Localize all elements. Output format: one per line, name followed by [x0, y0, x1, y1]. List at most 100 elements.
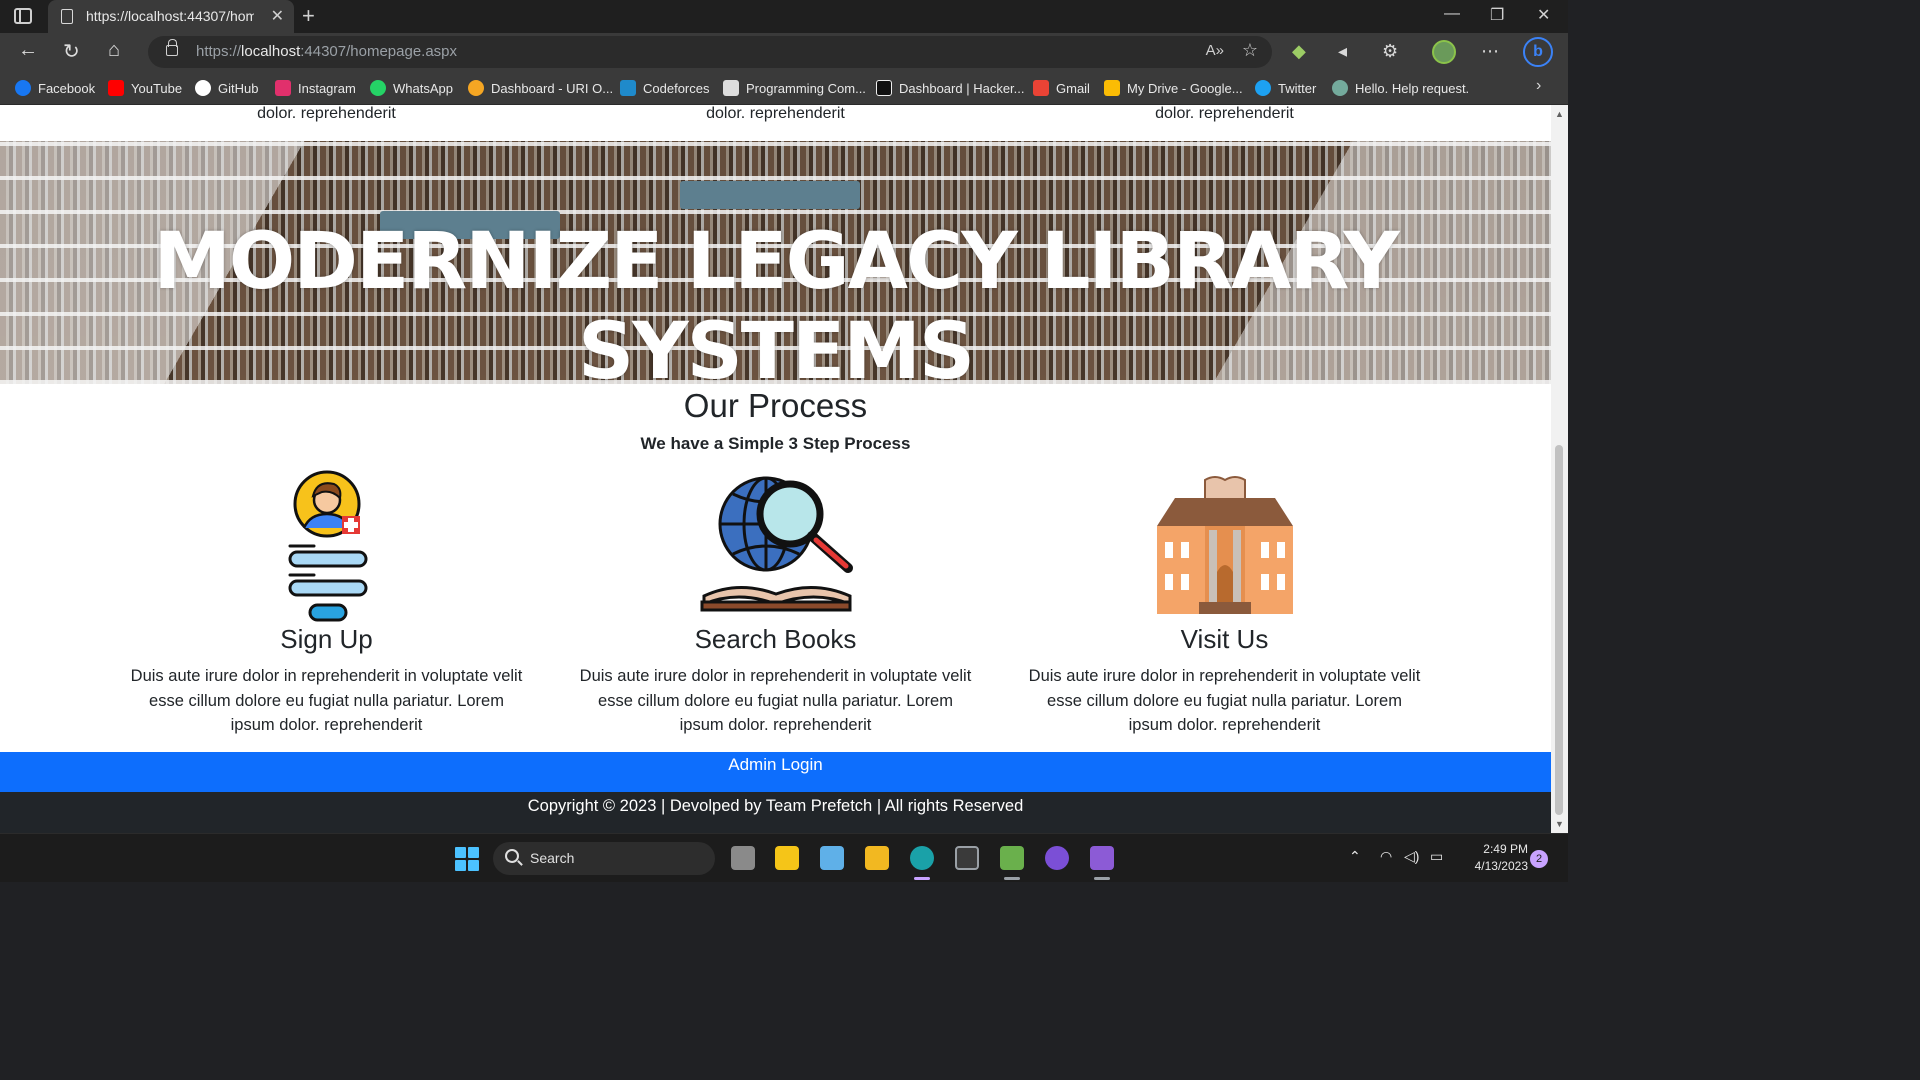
scroll-thumb[interactable]	[1555, 445, 1563, 815]
battery-icon[interactable]: ▭	[1430, 848, 1443, 865]
programming-community-icon	[723, 80, 739, 96]
cut-off-text: dolor. reprehenderit	[257, 105, 396, 122]
uri-online-judge-icon	[468, 80, 484, 96]
bookmark-item[interactable]: Hello. Help request.	[1332, 78, 1469, 98]
facebook-icon	[15, 80, 31, 96]
twitter-icon	[1255, 80, 1271, 96]
media-icon[interactable]: ◂	[1338, 41, 1347, 62]
search-icon	[505, 849, 519, 863]
bookmark-item[interactable]: Dashboard - URI O...	[468, 78, 613, 98]
admin-login-link[interactable]: Admin Login	[728, 755, 823, 775]
process-subtitle: We have a Simple 3 Step Process	[640, 434, 911, 453]
bookmark-item[interactable]: Codeforces	[620, 78, 709, 98]
volume-icon[interactable]: ◁)	[1404, 848, 1419, 865]
hero-title: MODERNIZE LEGACY LIBRARY SYSTEMS	[153, 217, 1399, 384]
back-icon[interactable]: ←	[18, 39, 38, 62]
step-description: Duis aute irure dolor in reprehenderit i…	[579, 667, 972, 734]
github-desktop-icon[interactable]	[1045, 846, 1069, 870]
github-icon	[195, 80, 211, 96]
restore-icon[interactable]: ❐	[1490, 5, 1504, 25]
bookmark-item[interactable]: YouTube	[108, 78, 182, 98]
instagram-icon	[275, 80, 291, 96]
file-explorer-icon[interactable]	[865, 846, 889, 870]
notification-badge[interactable]: 2	[1530, 850, 1548, 868]
bookmark-item[interactable]: My Drive - Google...	[1104, 78, 1243, 98]
tab-actions-icon[interactable]	[14, 8, 32, 24]
search-books-icon	[551, 470, 1000, 620]
youtube-icon	[108, 80, 124, 96]
bookmark-item[interactable]: Instagram	[275, 78, 356, 98]
tab-title: https://localhost:44307/homepage.aspx	[86, 8, 254, 24]
minimize-icon[interactable]: —	[1444, 5, 1460, 23]
codeforces-icon	[620, 80, 636, 96]
add-favorite-icon[interactable]: ☆	[1242, 40, 1258, 61]
extension-icon[interactable]: ◆	[1292, 41, 1306, 62]
profile-avatar[interactable]	[1432, 40, 1456, 64]
bookmark-item[interactable]: Twitter	[1255, 78, 1316, 98]
wifi-icon[interactable]: ◠	[1380, 848, 1392, 865]
gmail-icon	[1033, 80, 1049, 96]
windows-start-icon[interactable]	[455, 847, 479, 871]
chevron-up-icon[interactable]: ⌃	[1349, 848, 1361, 865]
footer: Copyright © 2023 | Devolped by Team Pref…	[0, 792, 1551, 833]
user-signup-icon	[102, 470, 551, 622]
step-description: Duis aute irure dolor in reprehenderit i…	[130, 667, 523, 734]
admin-bar: Admin Login	[0, 752, 1551, 792]
chevron-right-icon[interactable]: ›	[1536, 77, 1541, 95]
step-description: Duis aute irure dolor in reprehenderit i…	[1028, 667, 1421, 734]
google-drive-icon	[1104, 80, 1120, 96]
open-app-indicator	[1094, 877, 1110, 880]
chatgpt-icon	[1332, 80, 1348, 96]
page-scrollbar[interactable]: ▲ ▼	[1551, 105, 1568, 833]
whatsapp-icon	[370, 80, 386, 96]
hackerrank-icon	[876, 80, 892, 96]
clock-time: 2:49 PM	[1483, 842, 1528, 856]
address-url[interactable]: https://localhost:44307/homepage.aspx	[196, 43, 457, 60]
read-aloud-icon[interactable]: A»	[1206, 42, 1224, 59]
sticky-notes-icon[interactable]	[775, 846, 799, 870]
more-menu-icon[interactable]: ⋯	[1481, 41, 1499, 62]
new-tab-icon[interactable]: +	[302, 3, 315, 29]
taskbar-search[interactable]: Search	[493, 842, 715, 875]
cut-off-text: dolor. reprehenderit	[1155, 105, 1294, 122]
snipping-tool-icon[interactable]	[1000, 846, 1024, 870]
library-building-icon	[1000, 470, 1449, 620]
browser-toolbar: ← ↻ ⌂ https://localhost:44307/homepage.a…	[0, 33, 1568, 71]
close-window-icon[interactable]: ✕	[1537, 5, 1550, 25]
scroll-up-icon[interactable]: ▲	[1555, 109, 1564, 119]
step-title: Visit Us	[1180, 624, 1269, 654]
notepad-icon[interactable]	[820, 846, 844, 870]
task-view-icon[interactable]	[731, 846, 755, 870]
step-title: Search Books	[694, 624, 857, 654]
bookmark-item[interactable]: Dashboard | Hacker...	[876, 78, 1025, 98]
extensions-icon[interactable]: ⚙	[1382, 41, 1398, 62]
edge-browser-icon[interactable]	[910, 846, 934, 870]
home-icon[interactable]: ⌂	[108, 39, 120, 62]
process-title: Our Process	[683, 387, 868, 424]
windows-taskbar: Search ⌃ ◠ ◁) ▭ 2:49 PM 4/13/2023 2	[0, 833, 1568, 882]
bookmark-item[interactable]: Facebook	[15, 78, 95, 98]
bookmark-item[interactable]: WhatsApp	[370, 78, 453, 98]
bookmark-item[interactable]: GitHub	[195, 78, 258, 98]
bookmark-item[interactable]: Gmail	[1033, 78, 1090, 98]
page-viewport: dolor. reprehenderit dolor. reprehenderi…	[0, 105, 1551, 833]
page-icon	[61, 9, 73, 24]
refresh-icon[interactable]: ↻	[63, 39, 80, 64]
clock-date: 4/13/2023	[1474, 859, 1528, 873]
address-bar[interactable]: https://localhost:44307/homepage.aspx A»…	[148, 36, 1272, 68]
visual-studio-icon[interactable]	[1090, 846, 1114, 870]
scroll-down-icon[interactable]: ▼	[1555, 819, 1564, 829]
hero-banner: MODERNIZE LEGACY LIBRARY SYSTEMS	[0, 141, 1551, 384]
browser-tab[interactable]: https://localhost:44307/homepage.aspx ✕	[48, 0, 294, 33]
browser-tab-bar: https://localhost:44307/homepage.aspx ✕ …	[0, 0, 1568, 33]
calculator-icon[interactable]	[955, 846, 979, 870]
open-app-indicator	[1004, 877, 1020, 880]
bookmarks-bar: Facebook YouTube GitHub Instagram WhatsA…	[0, 71, 1568, 105]
bookmark-item[interactable]: Programming Com...	[723, 78, 866, 98]
cut-off-text: dolor. reprehenderit	[706, 105, 845, 122]
system-clock[interactable]: 2:49 PM 4/13/2023	[1458, 841, 1528, 875]
bing-chat-icon[interactable]: b	[1523, 37, 1553, 67]
active-app-indicator	[914, 877, 930, 880]
tab-close-icon[interactable]: ✕	[271, 6, 284, 26]
lock-icon[interactable]	[166, 39, 178, 56]
